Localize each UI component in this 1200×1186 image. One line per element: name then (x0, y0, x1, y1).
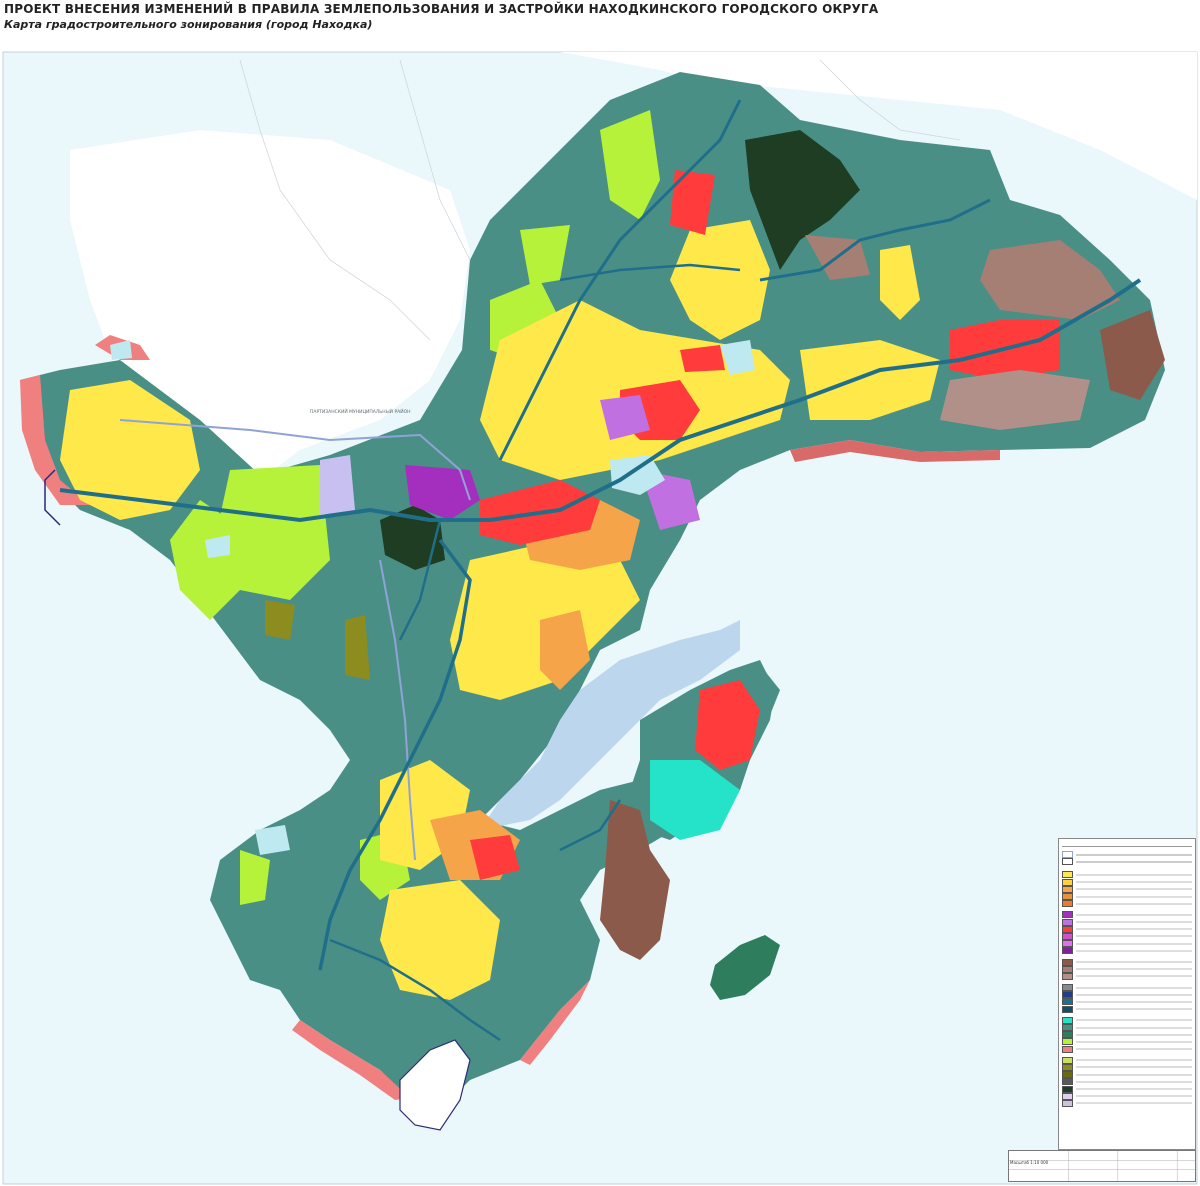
legend-swatch-residential-5 (1062, 900, 1073, 908)
legend-swatch-special-2 (1062, 1085, 1073, 1093)
lake-4 (255, 825, 290, 855)
legend-swatch-residential-1 (1062, 871, 1073, 879)
legend-swatch-public-3 (1062, 925, 1073, 933)
legend-swatch-infra-1 (1062, 984, 1073, 992)
legend-swatch-public-1 (1062, 911, 1073, 919)
legend-swatch-recreation-5 (1062, 1045, 1073, 1053)
legend-swatch-residential-4 (1062, 893, 1073, 901)
legend-swatch-industrial-3 (1062, 972, 1073, 980)
special-zone-4 (320, 455, 355, 515)
zoning-map[interactable]: ПАРТИЗАНСКИЙ МУНИЦИПАЛЬНЫЙ РАЙОН (0, 0, 1200, 1186)
legend-swatch-agri-1 (1062, 1056, 1073, 1064)
legend-swatch-special-1 (1062, 1078, 1073, 1086)
legend-swatch-public-5 (1062, 940, 1073, 948)
legend-swatch-special-4 (1062, 1099, 1073, 1107)
scale-label: Масштаб 1:10 000 (1010, 1160, 1049, 1165)
legend-swatch-agri-2 (1062, 1063, 1073, 1071)
legend-swatch-public-4 (1062, 932, 1073, 940)
legend-swatch-residential-3 (1062, 885, 1073, 893)
legend-swatch-residential-2 (1062, 878, 1073, 886)
legend-swatch-agri-3 (1062, 1071, 1073, 1079)
industrial-zone-coast (940, 370, 1090, 430)
legend-swatch-infra-2 (1062, 991, 1073, 999)
legend-swatch-industrial-1 (1062, 958, 1073, 966)
legend-swatch-recreation-1 (1062, 1016, 1073, 1024)
legend-swatch-recreation-4 (1062, 1038, 1073, 1046)
legend-swatch-line (1062, 858, 1073, 866)
agri-zone-1 (265, 600, 295, 640)
map-legend (1058, 838, 1196, 1150)
legend-swatch-industrial-2 (1062, 965, 1073, 973)
legend-swatch-recreation-2 (1062, 1024, 1073, 1032)
legend-swatch-special-3 (1062, 1092, 1073, 1100)
legend-swatch-public-2 (1062, 918, 1073, 926)
title-block (1008, 1150, 1196, 1182)
legend-swatch-public-6 (1062, 947, 1073, 955)
legend-swatch-infra-3 (1062, 998, 1073, 1006)
legend-swatch-recreation-3 (1062, 1031, 1073, 1039)
legend-swatch-boundary (1062, 851, 1073, 859)
partizansky-label: ПАРТИЗАНСКИЙ МУНИЦИПАЛЬНЫЙ РАЙОН (310, 408, 411, 415)
legend-swatch-infra-4 (1062, 1005, 1073, 1013)
